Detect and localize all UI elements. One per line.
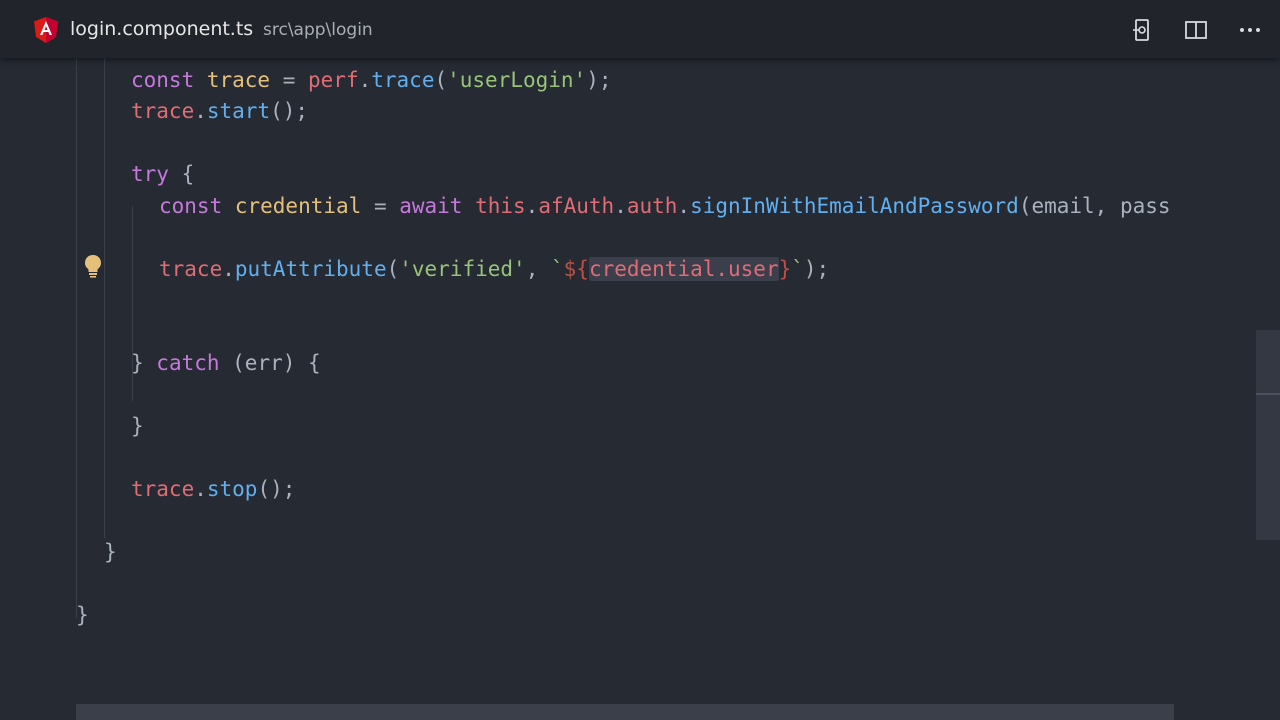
code-line[interactable]: const credential = await this.afAuth.aut… bbox=[159, 191, 1171, 222]
code-token: trace bbox=[131, 99, 195, 123]
split-editor-icon[interactable] bbox=[1182, 16, 1210, 44]
lightbulb-icon[interactable] bbox=[83, 254, 103, 278]
code-token: ( bbox=[386, 257, 400, 281]
angular-icon bbox=[34, 17, 58, 43]
code-token: } bbox=[131, 414, 144, 438]
code-token: stop bbox=[206, 477, 258, 501]
code-token: } bbox=[131, 351, 157, 375]
code-token: ` bbox=[550, 257, 564, 281]
code-token: try bbox=[131, 162, 169, 186]
code-token: } bbox=[778, 257, 792, 281]
indent-guide bbox=[76, 58, 77, 618]
code-token: signInWithEmailAndPassword bbox=[690, 194, 1019, 218]
code-token: (); bbox=[270, 99, 309, 123]
code-token: afAuth bbox=[538, 194, 615, 218]
code-token: } bbox=[76, 603, 89, 627]
code-line[interactable]: trace.start(); bbox=[131, 96, 308, 127]
code-line[interactable]: } bbox=[76, 600, 89, 631]
editor-title-bar: login.component.ts src\app\login bbox=[0, 0, 1280, 58]
code-token: ); bbox=[586, 68, 612, 92]
vertical-scrollbar[interactable] bbox=[1256, 330, 1280, 540]
code-line[interactable]: trace.putAttribute('verified', `${creden… bbox=[159, 254, 829, 285]
code-line[interactable]: } bbox=[131, 411, 144, 442]
code-token: = bbox=[361, 194, 400, 218]
code-token: . bbox=[222, 257, 235, 281]
code-token: credential bbox=[234, 194, 362, 218]
code-token: catch bbox=[156, 351, 220, 375]
code-token: (); bbox=[257, 477, 296, 501]
code-token: . bbox=[525, 194, 539, 218]
code-token: start bbox=[206, 99, 271, 123]
code-token: trace bbox=[206, 68, 271, 92]
horizontal-scrollbar[interactable] bbox=[76, 704, 1174, 720]
code-line[interactable]: } bbox=[104, 537, 117, 568]
code-line[interactable]: try { bbox=[131, 159, 194, 190]
code-token: trace bbox=[131, 477, 195, 501]
remote-icon[interactable] bbox=[1128, 16, 1156, 44]
code-token: = bbox=[270, 68, 309, 92]
code-token: ` bbox=[791, 257, 804, 281]
code-token: const bbox=[131, 68, 207, 92]
code-token: const bbox=[159, 194, 235, 218]
more-icon[interactable] bbox=[1236, 16, 1264, 44]
code-token: 'userLogin' bbox=[447, 68, 587, 92]
code-token: ( bbox=[434, 68, 448, 92]
code-token: } bbox=[104, 540, 117, 564]
code-editor[interactable]: const trace = perf.trace('userLogin'); tr… bbox=[0, 58, 1280, 720]
code-token: ${ bbox=[563, 257, 589, 281]
code-token: await bbox=[399, 194, 476, 218]
code-token: 'verified' bbox=[399, 257, 526, 281]
code-token: trace bbox=[371, 68, 435, 92]
tab-filename[interactable]: login.component.ts bbox=[70, 18, 253, 40]
code-line[interactable]: const trace = perf.trace('userLogin'); bbox=[131, 65, 612, 96]
code-token: trace bbox=[159, 257, 223, 281]
code-token: putAttribute bbox=[234, 257, 387, 281]
code-token: { bbox=[168, 162, 195, 186]
code-token: this bbox=[475, 194, 526, 218]
indent-guide bbox=[104, 58, 105, 538]
code-token: . bbox=[614, 194, 627, 218]
code-token: credential.user bbox=[588, 257, 779, 281]
code-line[interactable]: } catch (err) { bbox=[131, 348, 321, 379]
code-token: . bbox=[677, 194, 691, 218]
code-token: . bbox=[194, 99, 207, 123]
code-token: . bbox=[194, 477, 207, 501]
code-token: ); bbox=[803, 257, 830, 281]
tab-path: src\app\login bbox=[263, 20, 373, 40]
code-token: auth bbox=[626, 194, 678, 218]
code-token: (err) { bbox=[219, 351, 321, 375]
code-token: , bbox=[525, 257, 551, 281]
scrollbar-marker bbox=[1256, 393, 1280, 395]
code-token: perf bbox=[308, 68, 359, 92]
code-token: (email, pass bbox=[1018, 194, 1171, 218]
code-token: . bbox=[358, 68, 372, 92]
code-line[interactable]: trace.stop(); bbox=[131, 474, 295, 505]
